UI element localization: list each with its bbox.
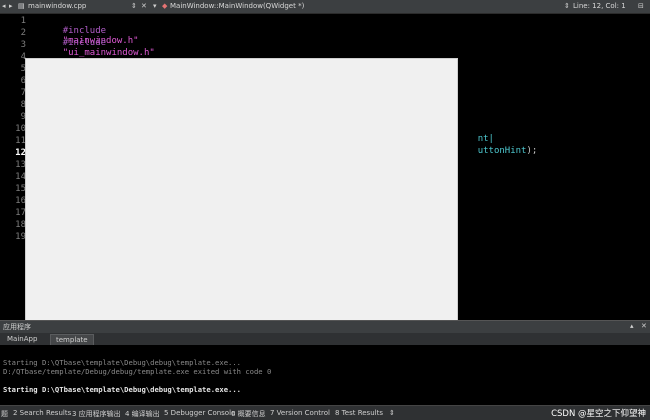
output-panel-header: 应用程序 ▴ ✕ [0,320,650,333]
line-number: 15 [15,184,26,194]
line-number: 18 [15,220,26,230]
running-app-window[interactable] [25,58,458,341]
function-icon: ◆ [162,2,168,10]
status-item-app-output[interactable]: 3 应用程序输出 [72,409,121,419]
line-number: 4 [20,52,26,62]
open-file-name[interactable]: mainwindow.cpp [28,2,86,10]
line-number: 5 [20,64,26,74]
editor-toolbar: ◂ ▸ ▤ mainwindow.cpp ⇕ ✕ ▾ ◆ MainWindow:… [0,0,650,14]
line-number: 2 [20,28,26,38]
application-output[interactable]: Starting D:\QTbase\template\Debug\debug\… [0,346,650,405]
symbol-dropdown-icon[interactable]: ▾ [153,2,157,11]
line-number: 17 [15,208,26,218]
split-view-icon[interactable]: ⊟ [638,2,644,11]
tab-template[interactable]: template [50,334,94,345]
panel-title: 应用程序 [3,323,31,331]
code-line-11-tail[interactable]: uttonHint); [456,136,538,166]
line-number: 9 [20,112,26,122]
status-item-version-control[interactable]: 7 Version Control [270,409,330,417]
status-item-search-results[interactable]: 2 Search Results [13,409,71,417]
output-tabs: MainApp template [0,333,650,345]
file-icon: ▤ [18,2,25,10]
line-number: 11 [15,136,26,146]
symbol-list-dropdown-icon[interactable]: ⇕ [564,2,570,11]
line-number: 1 [20,16,26,26]
status-item-test-results[interactable]: 8 Test Results [335,409,383,417]
status-item-debugger-console[interactable]: 5 Debugger Console [164,409,235,417]
line-number: 12 [15,148,26,158]
line-number: 6 [20,76,26,86]
cursor-position[interactable]: Line: 12, Col: 1 [573,2,626,10]
panel-expand-icon[interactable]: ▴ [630,322,634,331]
line-number: 10 [15,124,26,134]
file-dropdown-icon[interactable]: ⇕ [131,2,137,11]
output-line-1: Starting D:\QTbase\template\Debug\debug\… [3,358,241,367]
line-number: 3 [20,40,26,50]
status-item-compile-output[interactable]: 4 编译输出 [125,409,160,419]
status-panel-toggle-icon[interactable]: ⇕ [389,409,395,417]
forward-arrow-icon[interactable]: ▸ [9,2,13,11]
line-number: 13 [15,160,26,170]
csdn-watermark: CSDN @星空之下仰望神 [551,409,646,419]
close-file-icon[interactable]: ✕ [141,2,147,11]
panel-close-icon[interactable]: ✕ [641,322,647,331]
status-bar: 题 2 Search Results 3 应用程序输出 4 编译输出 5 Deb… [0,405,650,420]
tab-mainapp[interactable]: MainApp [2,334,42,344]
output-line-2: D:/QTbase/template/Debug/debug/template.… [3,367,272,376]
status-item-issues[interactable]: 题 [1,409,8,419]
output-line-3: Starting D:\QTbase\template\Debug\debug\… [3,385,241,394]
back-arrow-icon[interactable]: ◂ [2,2,6,11]
line-number: 8 [20,100,26,110]
line-number: 14 [15,172,26,182]
line-number: 7 [20,88,26,98]
line-number: 19 [15,232,26,242]
status-item-summary[interactable]: 6 概要信息 [231,409,266,419]
symbol-selector[interactable]: MainWindow::MainWindow(QWidget *) [170,2,304,10]
line-number: 16 [15,196,26,206]
